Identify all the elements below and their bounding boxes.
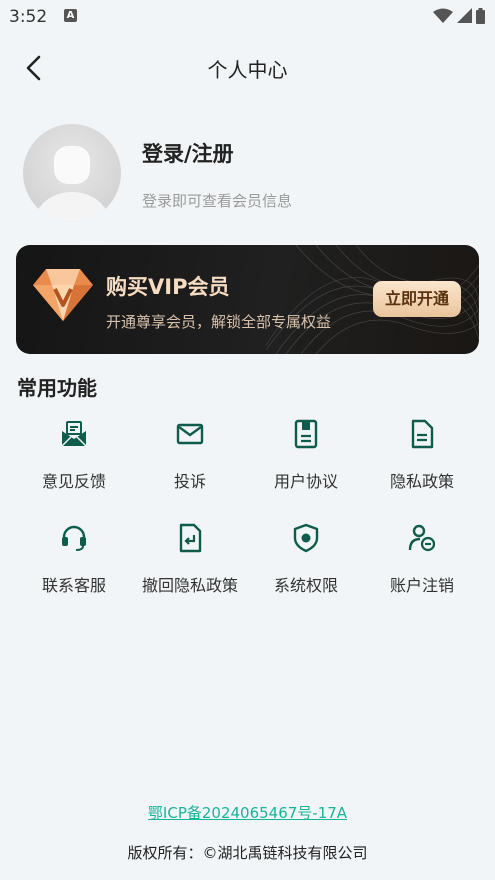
shield-icon — [293, 523, 319, 553]
user-avatar-icon — [34, 146, 110, 222]
battery-icon — [476, 8, 485, 24]
status-bar: 3:52 A — [0, 0, 495, 34]
section-title: 常用功能 — [17, 376, 97, 400]
feature-label: 撤回隐私政策 — [141, 576, 238, 595]
envelope-icon — [176, 423, 204, 445]
vip-card[interactable]: 购买VIP会员 开通尊享会员，解锁全部专属权益 立即开通 — [16, 245, 479, 354]
feature-label: 意见反馈 — [41, 472, 106, 491]
login-register-link[interactable]: 登录/注册 — [142, 138, 234, 168]
vip-subtitle: 开通尊享会员，解锁全部专属权益 — [106, 313, 332, 331]
feature-label: 联系客服 — [41, 576, 106, 595]
icp-link[interactable]: 鄂ICP备2024065467号-17A — [0, 802, 495, 823]
status-time: 3:52 — [9, 7, 48, 27]
feature-revoke-privacy[interactable]: 撤回隐私政策 — [132, 522, 248, 596]
feature-label: 隐私政策 — [389, 472, 454, 491]
feature-contact-service[interactable]: 联系客服 — [16, 522, 132, 596]
feature-label: 投诉 — [173, 472, 206, 491]
login-hint: 登录即可查看会员信息 — [142, 192, 293, 210]
header: 个人中心 — [0, 44, 495, 92]
feature-label: 账户注销 — [389, 576, 454, 595]
agreement-doc-icon — [294, 419, 318, 449]
status-icons — [433, 8, 485, 24]
document-icon — [411, 419, 434, 449]
wifi-icon — [433, 8, 453, 23]
feature-feedback[interactable]: 意见反馈 — [16, 418, 132, 492]
open-vip-button[interactable]: 立即开通 — [373, 281, 461, 317]
feedback-mail-icon — [61, 421, 87, 447]
page-title: 个人中心 — [207, 58, 288, 82]
diamond-icon — [33, 269, 93, 321]
headset-icon — [62, 525, 86, 551]
notification-icon: A — [64, 9, 77, 22]
feature-account-cancel[interactable]: 账户注销 — [364, 522, 480, 596]
feature-label: 系统权限 — [273, 576, 338, 595]
feature-grid: 意见反馈 投诉 用户协议 隐私政策 联系客服 撤回隐私政策 系统权限 账户注销 — [16, 418, 480, 596]
user-cancel-icon — [408, 524, 436, 552]
feature-user-agreement[interactable]: 用户协议 — [248, 418, 364, 492]
revoke-doc-icon — [179, 523, 202, 553]
signal-icon — [457, 8, 472, 23]
feature-complaint[interactable]: 投诉 — [132, 418, 248, 492]
feature-label: 用户协议 — [273, 472, 338, 491]
feature-system-permission[interactable]: 系统权限 — [248, 522, 364, 596]
vip-title: 购买VIP会员 — [106, 275, 230, 299]
feature-privacy-policy[interactable]: 隐私政策 — [364, 418, 480, 492]
copyright: 版权所有：©湖北禹链科技有限公司 — [127, 844, 368, 862]
avatar[interactable] — [23, 124, 121, 222]
